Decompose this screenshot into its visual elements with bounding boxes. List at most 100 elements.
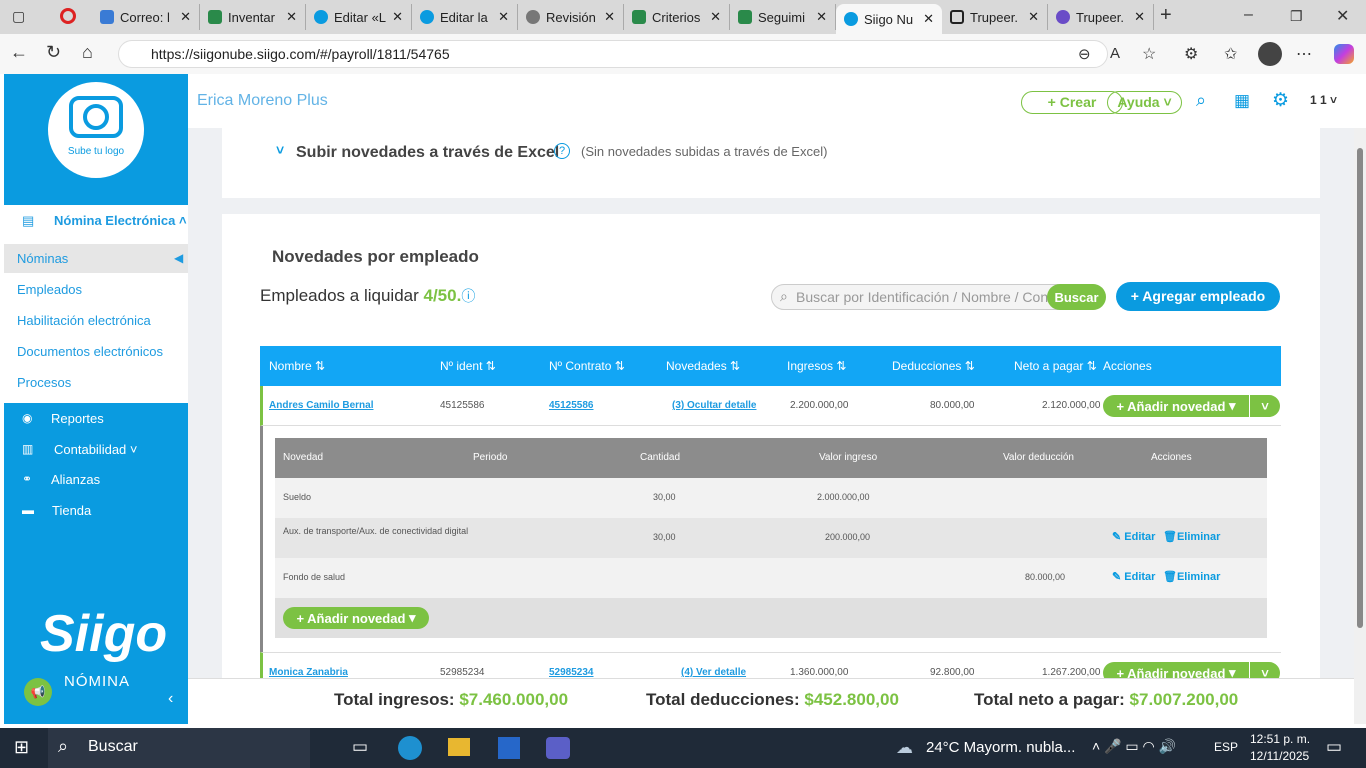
close-icon[interactable]: ✕ (392, 9, 403, 25)
help-icon[interactable]: ? (554, 143, 570, 159)
teams-icon[interactable] (546, 737, 570, 759)
close-icon[interactable]: ✕ (923, 11, 934, 27)
contract-link[interactable]: 52985234 (549, 667, 594, 678)
avatar[interactable] (1258, 42, 1282, 66)
sidebar-item-documentos[interactable]: Documentos electrónicos (17, 344, 163, 359)
expand-row-button[interactable]: ˅ (1250, 395, 1280, 417)
weather-text[interactable]: 24°C Mayorm. nubla... (926, 739, 1075, 756)
home-icon[interactable]: ⌂ (82, 42, 93, 63)
megaphone-icon[interactable]: 📢 (24, 678, 52, 706)
excel-title[interactable]: Subir novedades a través de Excel (296, 144, 559, 162)
clock-date[interactable]: 12/11/2025 (1250, 749, 1309, 763)
toggle-detail-link[interactable]: (3) Ocultar detalle (672, 400, 756, 411)
employee-name-link[interactable]: Andres Camilo Bernal (269, 400, 373, 411)
contract-link[interactable]: 45125586 (549, 400, 594, 411)
ayuda-button[interactable]: Ayuda ˅ (1107, 91, 1182, 114)
edge-icon[interactable] (398, 736, 422, 760)
clock-time[interactable]: 12:51 p. m. (1250, 732, 1310, 746)
calendar-icon[interactable]: ▦ (1234, 91, 1250, 111)
favorite-icon[interactable]: ☆ (1142, 44, 1156, 64)
expand-row-button[interactable]: ˅ (1250, 662, 1280, 678)
tab[interactable]: Seguimi ✕ (730, 4, 836, 30)
employee-name-link[interactable]: Monica Zanabria (269, 667, 348, 678)
scrollbar[interactable] (1354, 128, 1366, 724)
url-input[interactable]: https://siigonube.siigo.com/#/payroll/18… (118, 40, 1108, 68)
close-icon[interactable]: ✕ (180, 9, 191, 25)
tab[interactable]: Trupeer. ✕ (1048, 4, 1154, 30)
refresh-icon[interactable]: ↻ (46, 42, 61, 63)
collapse-sidebar-icon[interactable]: ‹ (168, 690, 173, 708)
add-novedad-detail-button[interactable]: + Añadir novedad ▾ (283, 607, 429, 629)
tab[interactable]: Criterios ✕ (624, 4, 730, 30)
user-menu[interactable]: 1 1 ˅ (1310, 93, 1337, 107)
col-contrato[interactable]: Nº Contrato ⇅ (549, 346, 625, 386)
more-icon[interactable]: ⋯ (1296, 44, 1312, 64)
close-icon[interactable]: ✕ (498, 9, 509, 25)
sidebar-item-contabilidad[interactable]: Contabilidad ˅ (54, 442, 138, 457)
editar-link[interactable]: ✎ Editar (1112, 570, 1155, 583)
extensions-icon[interactable]: ⚙ (1184, 44, 1198, 64)
col-novedades[interactable]: Novedades ⇅ (666, 346, 740, 386)
upload-logo[interactable]: Sube tu logo (48, 82, 144, 178)
record-icon[interactable] (60, 8, 76, 24)
zoom-icon[interactable]: ⊖ (1078, 45, 1091, 63)
sidebar-item-alianzas[interactable]: Alianzas (51, 472, 100, 487)
copilot-icon[interactable] (1334, 44, 1354, 64)
col-ingresos[interactable]: Ingresos ⇅ (787, 346, 846, 386)
sidebar-item-empleados[interactable]: Empleados (17, 282, 82, 297)
new-tab-icon[interactable]: + (1160, 4, 1172, 27)
tab-active[interactable]: Siigo Nu ✕ (836, 4, 942, 34)
eliminar-link[interactable]: 🗑Eliminar (1163, 530, 1220, 543)
editar-link[interactable]: ✎ Editar (1112, 530, 1155, 543)
col-deducciones[interactable]: Deducciones ⇅ (892, 346, 975, 386)
file-explorer-icon[interactable] (448, 738, 470, 756)
close-window-icon[interactable]: ✕ (1336, 6, 1349, 26)
gear-icon[interactable]: ⚙ (1272, 89, 1289, 112)
novedad-cantidad: 30,00 (653, 532, 676, 542)
tray-icons[interactable]: ˄ 🎤 ▭ ◠ 🔊 (1092, 738, 1176, 755)
sidebar-item-tienda[interactable]: Tienda (52, 503, 91, 518)
tab-actions-icon[interactable]: ▢ (12, 8, 25, 25)
close-icon[interactable]: ✕ (604, 9, 615, 25)
search-icon[interactable]: ⌕ (1196, 90, 1206, 111)
tab[interactable]: Inventar ✕ (200, 4, 306, 30)
toggle-detail-link[interactable]: (4) Ver detalle (681, 667, 746, 678)
minimize-icon[interactable]: – (1244, 6, 1253, 24)
add-novedad-button[interactable]: + Añadir novedad ▾ (1103, 662, 1249, 678)
taskbar-search[interactable]: ⌕ Buscar (48, 728, 310, 768)
buscar-button[interactable]: Buscar (1047, 284, 1106, 310)
eliminar-link[interactable]: 🗑Eliminar (1163, 570, 1220, 583)
tab[interactable]: Revisión ✕ (518, 4, 624, 30)
tab[interactable]: Correo: l ✕ (92, 4, 200, 30)
col-nombre[interactable]: Nombre ⇅ (269, 346, 325, 386)
col-neto[interactable]: Neto a pagar ⇅ (1014, 346, 1097, 386)
notifications-icon[interactable]: ▭ (1326, 737, 1342, 757)
back-icon[interactable]: ← (10, 42, 28, 63)
close-icon[interactable]: ✕ (816, 9, 827, 25)
help-icon[interactable]: ⓘ (461, 288, 475, 304)
close-icon[interactable]: ✕ (1028, 9, 1039, 25)
favorites-icon[interactable]: ✩ (1224, 44, 1237, 64)
tab[interactable]: Editar «L ✕ (306, 4, 412, 30)
close-icon[interactable]: ✕ (286, 9, 297, 25)
sidebar-item-nominas[interactable]: Nóminas (17, 251, 68, 266)
close-icon[interactable]: ✕ (710, 9, 721, 25)
app-icon[interactable] (498, 737, 520, 759)
sidebar-item-reportes[interactable]: Reportes (51, 411, 104, 426)
sidebar-item-habilitacion[interactable]: Habilitación electrónica (17, 313, 151, 328)
tab[interactable]: Trupeer. ✕ (942, 4, 1048, 30)
sidebar-section-nomina[interactable]: Nómina Electrónica ˄ (54, 213, 187, 228)
maximize-icon[interactable]: ❐ (1290, 8, 1303, 25)
language-indicator[interactable]: ESP (1214, 740, 1238, 754)
col-ident[interactable]: Nº ident ⇅ (440, 346, 496, 386)
sidebar-item-procesos[interactable]: Procesos (17, 375, 71, 390)
add-novedad-button[interactable]: + Añadir novedad ▾ (1103, 395, 1249, 417)
tab[interactable]: Editar la ✕ (412, 4, 518, 30)
read-aloud-icon[interactable]: A (1110, 45, 1120, 62)
task-view-icon[interactable]: ▭ (352, 737, 368, 757)
windows-start-icon[interactable]: ⊞ (14, 737, 29, 758)
agregar-empleado-button[interactable]: + Agregar empleado (1116, 282, 1280, 311)
chevron-down-icon[interactable]: ˅ (276, 142, 284, 158)
close-icon[interactable]: ✕ (1134, 9, 1145, 25)
detail-col-ingreso: Valor ingreso (819, 452, 878, 463)
